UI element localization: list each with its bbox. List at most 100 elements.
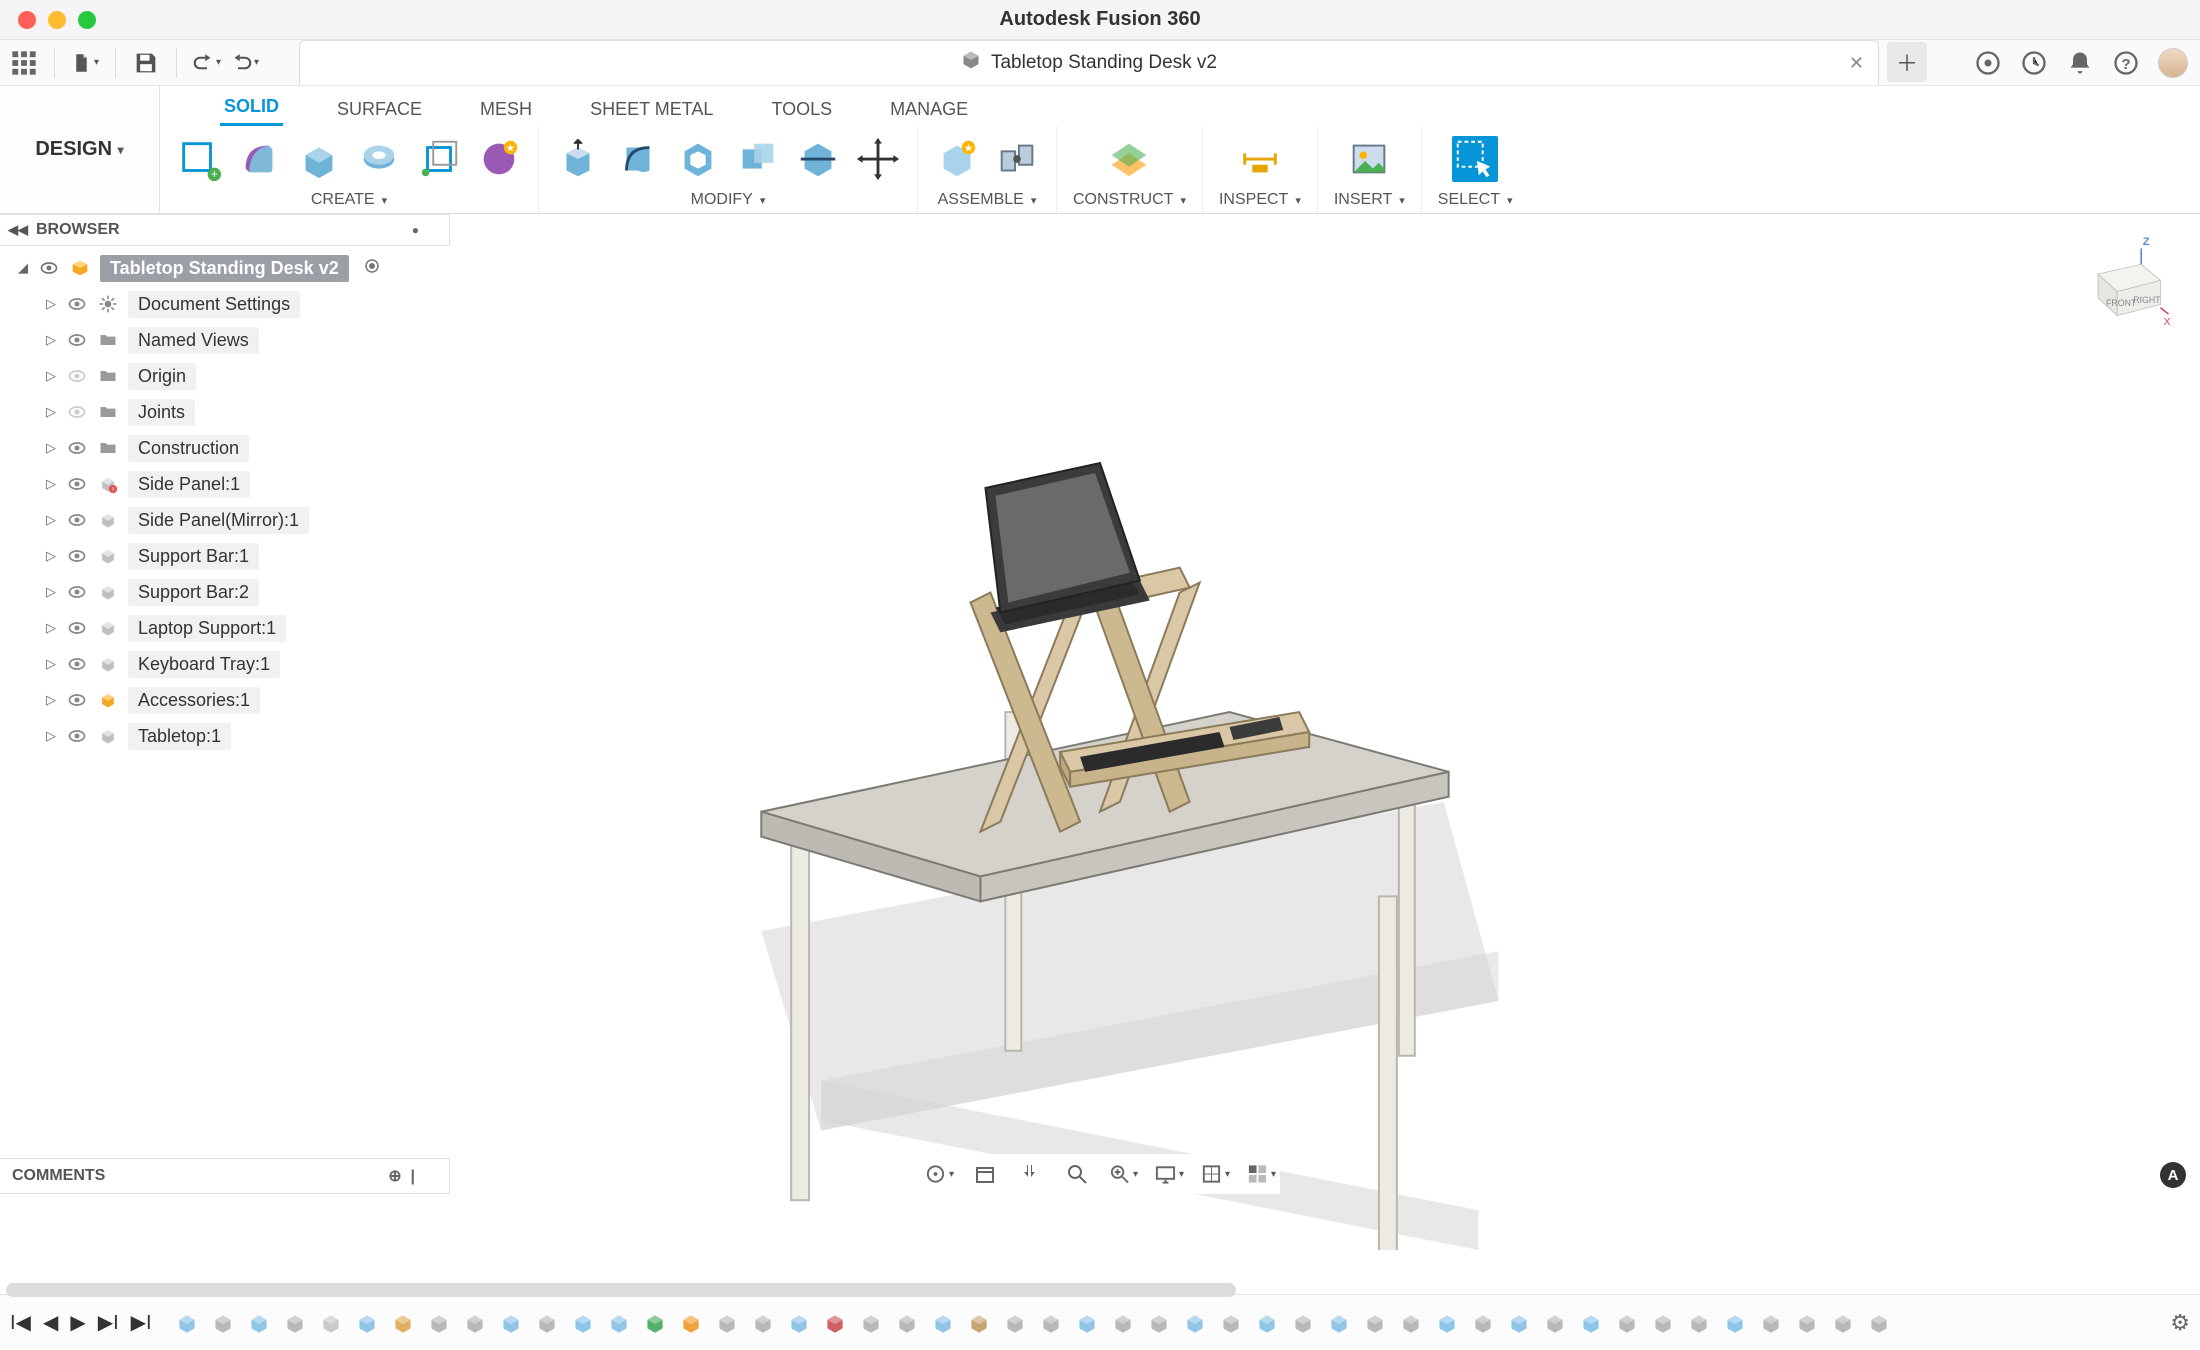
create-sketch-button[interactable]: + xyxy=(176,136,222,182)
redo-button[interactable] xyxy=(231,49,259,77)
timeline-feature[interactable] xyxy=(1578,1310,1604,1336)
timeline-feature[interactable] xyxy=(1110,1310,1136,1336)
minimize-window-button[interactable] xyxy=(48,11,66,29)
timeline-feature[interactable] xyxy=(606,1310,632,1336)
timeline-feature[interactable] xyxy=(894,1310,920,1336)
close-window-button[interactable] xyxy=(18,11,36,29)
help-button[interactable]: ? xyxy=(2112,49,2140,77)
timeline-feature[interactable] xyxy=(930,1310,956,1336)
visibility-toggle[interactable] xyxy=(66,437,88,459)
tree-item[interactable]: ▷Construction xyxy=(10,430,450,466)
pan-button[interactable] xyxy=(1016,1159,1046,1189)
workspace-switcher[interactable]: DESIGN ▾ xyxy=(0,86,160,213)
visibility-toggle[interactable] xyxy=(66,545,88,567)
data-panel-button[interactable] xyxy=(10,49,38,77)
visibility-toggle[interactable] xyxy=(66,653,88,675)
timeline-feature[interactable] xyxy=(1290,1310,1316,1336)
timeline-feature[interactable] xyxy=(1794,1310,1820,1336)
timeline-next-button[interactable]: ▶I xyxy=(98,1310,119,1335)
timeline-feature[interactable] xyxy=(426,1310,452,1336)
autodesk-badge[interactable]: A xyxy=(2160,1162,2186,1188)
maximize-window-button[interactable] xyxy=(78,11,96,29)
ribbon-tab-mesh[interactable]: MESH xyxy=(476,93,536,126)
timeline-feature[interactable] xyxy=(1002,1310,1028,1336)
box-button[interactable] xyxy=(416,136,462,182)
expand-icon[interactable]: ▷ xyxy=(44,620,58,636)
timeline-feature[interactable] xyxy=(462,1310,488,1336)
ribbon-tab-solid[interactable]: SOLID xyxy=(220,90,283,126)
group-label-insert[interactable]: INSERT xyxy=(1334,189,1405,209)
timeline-feature[interactable] xyxy=(1074,1310,1100,1336)
combine-button[interactable] xyxy=(735,136,781,182)
expand-icon[interactable]: ▷ xyxy=(44,332,58,348)
visibility-toggle[interactable] xyxy=(66,401,88,423)
joint-button[interactable] xyxy=(994,136,1040,182)
timeline-feature[interactable] xyxy=(714,1310,740,1336)
visibility-toggle[interactable] xyxy=(38,257,60,279)
notifications-button[interactable] xyxy=(2066,49,2094,77)
timeline-feature[interactable] xyxy=(354,1310,380,1336)
timeline-prev-button[interactable]: ◀ xyxy=(43,1310,58,1335)
job-status-button[interactable] xyxy=(2020,49,2048,77)
visibility-toggle[interactable] xyxy=(66,329,88,351)
timeline-feature[interactable] xyxy=(678,1310,704,1336)
tree-item[interactable]: ▷Joints xyxy=(10,394,450,430)
zoom-window-button[interactable] xyxy=(1108,1159,1138,1189)
timeline-feature[interactable] xyxy=(966,1310,992,1336)
insert-button[interactable] xyxy=(1346,136,1392,182)
timeline-feature[interactable] xyxy=(1182,1310,1208,1336)
tree-item[interactable]: ▷Origin xyxy=(10,358,450,394)
display-settings-button[interactable] xyxy=(1154,1159,1184,1189)
timeline-feature[interactable] xyxy=(498,1310,524,1336)
tree-root[interactable]: ◢ Tabletop Standing Desk v2 xyxy=(10,250,450,286)
timeline-feature[interactable] xyxy=(1758,1310,1784,1336)
timeline-settings-button[interactable]: ⚙ xyxy=(2170,1310,2190,1336)
timeline-feature[interactable] xyxy=(858,1310,884,1336)
timeline-feature[interactable] xyxy=(750,1310,776,1336)
ribbon-tab-surface[interactable]: SURFACE xyxy=(333,93,426,126)
construct-plane-button[interactable] xyxy=(1106,136,1152,182)
measure-button[interactable] xyxy=(1237,136,1283,182)
visibility-toggle[interactable] xyxy=(66,473,88,495)
timeline-play-button[interactable]: ▶ xyxy=(70,1310,85,1335)
expand-icon[interactable]: ▷ xyxy=(44,728,58,744)
shell-button[interactable] xyxy=(675,136,721,182)
save-button[interactable] xyxy=(132,49,160,77)
group-label-select[interactable]: SELECT xyxy=(1438,189,1513,209)
tree-item[interactable]: ▷Laptop Support:1 xyxy=(10,610,450,646)
timeline-feature[interactable] xyxy=(246,1310,272,1336)
timeline-first-button[interactable]: I◀ xyxy=(10,1310,31,1335)
timeline-feature[interactable] xyxy=(642,1310,668,1336)
tree-item[interactable]: ▷Support Bar:1 xyxy=(10,538,450,574)
timeline-feature[interactable] xyxy=(1722,1310,1748,1336)
zoom-button[interactable] xyxy=(1062,1159,1092,1189)
timeline-feature[interactable] xyxy=(1398,1310,1424,1336)
look-at-button[interactable] xyxy=(970,1159,1000,1189)
view-cube[interactable]: Z FRONT RIGHT X xyxy=(2074,234,2170,330)
new-component-button[interactable]: ★ xyxy=(934,136,980,182)
timeline-feature[interactable] xyxy=(1146,1310,1172,1336)
timeline-feature[interactable] xyxy=(174,1310,200,1336)
orbit-button[interactable] xyxy=(924,1159,954,1189)
timeline-feature[interactable] xyxy=(390,1310,416,1336)
timeline-feature[interactable] xyxy=(1542,1310,1568,1336)
timeline-feature[interactable] xyxy=(1038,1310,1064,1336)
comments-panel-header[interactable]: COMMENTS ⊕ | xyxy=(0,1158,450,1194)
ribbon-tab-tools[interactable]: TOOLS xyxy=(767,93,836,126)
new-tab-button[interactable]: ＋ xyxy=(1887,42,1927,82)
expand-icon[interactable]: ▷ xyxy=(44,440,58,456)
expand-icon[interactable]: ▷ xyxy=(44,512,58,528)
visibility-toggle[interactable] xyxy=(66,365,88,387)
timeline-feature[interactable] xyxy=(1362,1310,1388,1336)
group-label-construct[interactable]: CONSTRUCT xyxy=(1073,189,1186,209)
tree-item[interactable]: ▷Document Settings xyxy=(10,286,450,322)
create-form-button[interactable] xyxy=(236,136,282,182)
visibility-toggle[interactable] xyxy=(66,581,88,603)
timeline-feature[interactable] xyxy=(1326,1310,1352,1336)
select-button[interactable] xyxy=(1452,136,1498,182)
document-tab[interactable]: Tabletop Standing Desk v2 ✕ xyxy=(299,40,1879,85)
timeline-feature[interactable] xyxy=(534,1310,560,1336)
close-tab-button[interactable]: ✕ xyxy=(1849,53,1864,74)
timeline-feature[interactable] xyxy=(1686,1310,1712,1336)
extrude-button[interactable] xyxy=(296,136,342,182)
